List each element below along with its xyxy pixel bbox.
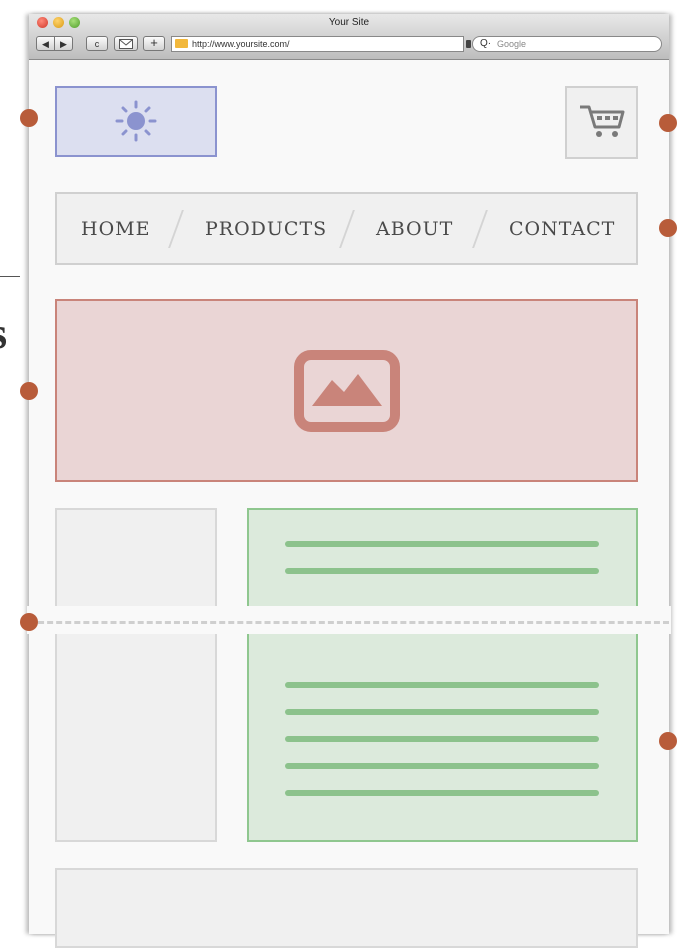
text-line [285,790,599,796]
nav-separator [339,210,355,248]
forward-button[interactable]: ▶ [54,36,73,51]
nav-item-contact[interactable]: CONTACT [509,218,615,240]
main-navigation: HOME PRODUCTS ABOUT CONTACT [55,192,638,265]
cart-icon [580,105,625,137]
search-icon: Q· [480,38,492,49]
annotation-dot [20,382,38,400]
cart-button[interactable] [565,86,638,159]
content-placeholder [247,508,638,842]
reload-button[interactable]: c [86,36,108,51]
logo-placeholder[interactable] [55,86,217,157]
fold-band [27,606,671,634]
search-placeholder: Google [497,39,527,49]
address-text: http://www.yoursite.com/ [192,39,290,49]
hero-image-placeholder [55,299,638,482]
image-icon [294,350,400,432]
browser-window: Your Site ◀ ▶ c + http://www.yoursite.co… [27,14,671,948]
text-line [285,682,599,688]
nav-separator [168,210,184,248]
text-line [285,709,599,715]
address-bar[interactable]: http://www.yoursite.com/ [171,36,464,52]
annotation-dot [20,109,38,127]
fold-line [29,621,669,624]
folder-icon [175,39,188,48]
mail-icon[interactable] [114,36,138,51]
annotation-dot [20,613,38,631]
text-line [285,763,599,769]
side-glyph: s [0,312,7,356]
address-dropdown-icon[interactable] [466,40,471,48]
window-title: Your Site [328,17,370,28]
footer-placeholder [55,868,638,948]
nav-item-about[interactable]: ABOUT [376,218,453,240]
text-line [285,568,599,574]
annotation-dot [659,732,677,750]
nav-separator [472,210,488,248]
sun-icon [115,100,157,142]
sidebar-placeholder [55,508,217,842]
browser-toolbar: Your Site ◀ ▶ c + http://www.yoursite.co… [29,14,669,60]
annotation-dot [659,219,677,237]
nav-item-products[interactable]: PRODUCTS [205,218,327,240]
back-button[interactable]: ◀ [36,36,55,51]
annotation-dot [659,114,677,132]
text-line [285,736,599,742]
side-rule [0,276,20,277]
text-line [285,541,599,547]
nav-item-home[interactable]: HOME [81,218,150,240]
add-bookmark-button[interactable]: + [143,36,165,51]
search-field[interactable]: Q· Google [472,36,662,52]
